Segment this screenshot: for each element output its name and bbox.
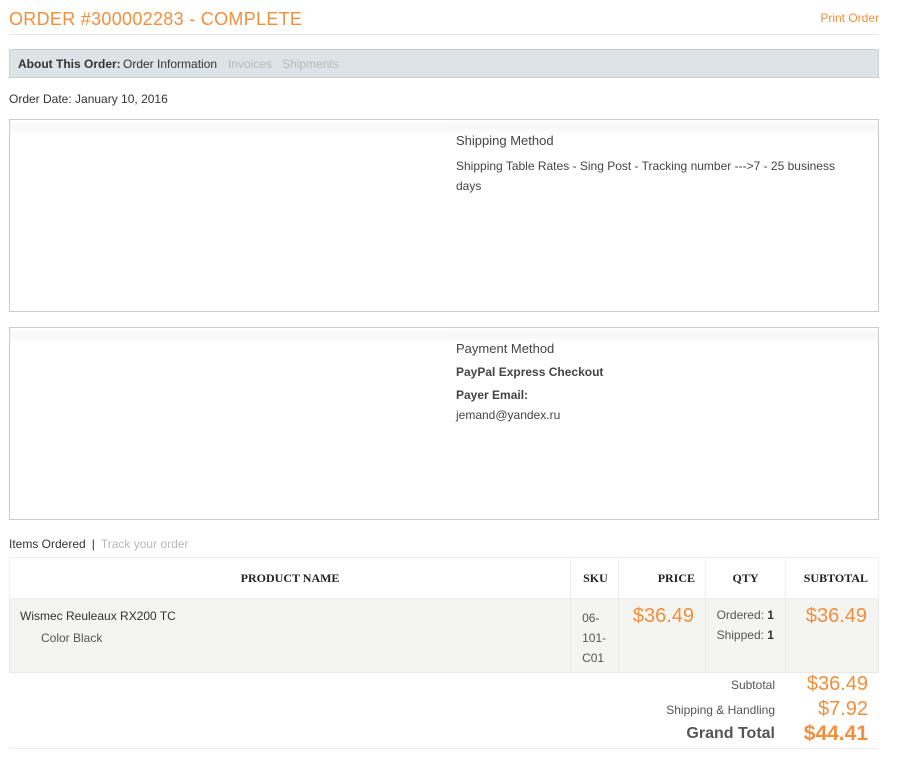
address-panel-placeholder bbox=[10, 120, 450, 136]
shipping-method-heading: Shipping Method bbox=[456, 133, 554, 148]
sku-part: C01 bbox=[582, 651, 605, 665]
column-header-sku: SKU bbox=[570, 557, 620, 599]
product-name: Wismec Reuleaux RX200 TC bbox=[20, 609, 176, 623]
order-title: ORDER #300002283 - COMPLETE bbox=[9, 9, 303, 29]
product-option: Color Black bbox=[41, 631, 103, 645]
about-order-bar: About This Order: Order Information Invo… bbox=[9, 49, 879, 78]
tab-shipments[interactable]: Shipments bbox=[282, 57, 339, 71]
shipping-method-text: Shipping Table Rates - Sing Post - Track… bbox=[456, 159, 835, 193]
tabs-separator: | bbox=[91, 537, 95, 551]
item-subtotal: $36.49 bbox=[805, 605, 867, 627]
tab-items-ordered[interactable]: Items Ordered bbox=[9, 537, 86, 551]
sku-part: 101- bbox=[582, 631, 607, 645]
shipping-handling-value: $7.92 bbox=[817, 698, 868, 720]
track-order-link[interactable]: Track your order bbox=[101, 537, 189, 551]
box-top-shade bbox=[450, 328, 878, 342]
shipping-method-box: Shipping Method Shipping Table Rates - S… bbox=[9, 119, 879, 312]
column-header-product-name: PRODUCT NAME bbox=[8, 557, 572, 599]
box-top-shade bbox=[450, 120, 878, 134]
order-title-row: ORDER #300002283 - COMPLETE Print Order bbox=[9, 9, 879, 35]
column-header-price: PRICE bbox=[618, 557, 707, 599]
qty-shipped: Shipped: 1 bbox=[707, 625, 784, 645]
qty-ordered: Ordered: 1 bbox=[707, 600, 784, 625]
about-order-label: About This Order: bbox=[18, 57, 121, 71]
column-header-qty: QTY bbox=[705, 557, 786, 599]
order-totals: Subtotal $36.49 Shipping & Handling $7.9… bbox=[9, 672, 879, 749]
product-name-cell: Wismec Reuleaux RX200 TC Color Black bbox=[8, 598, 572, 673]
qty-ordered-value: 1 bbox=[767, 608, 774, 622]
qty-cell: Ordered: 1 Shipped: 1 bbox=[705, 598, 786, 673]
order-date: Order Date: January 10, 2016 bbox=[9, 92, 168, 106]
payer-email-value: jemand@yandex.ru bbox=[456, 408, 561, 422]
subtotal-cell: $36.49 bbox=[784, 598, 880, 673]
table-row: Wismec Reuleaux RX200 TC Color Black 06-… bbox=[8, 598, 880, 673]
payment-method-box: Payment Method PayPal Express Checkout P… bbox=[9, 327, 879, 520]
print-order-link[interactable]: Print Order bbox=[820, 11, 879, 25]
subtotal-value: $36.49 bbox=[806, 673, 868, 695]
tab-order-information[interactable]: Order Information bbox=[123, 57, 217, 71]
price-cell: $36.49 bbox=[618, 598, 707, 673]
qty-ordered-label: Ordered: bbox=[716, 608, 764, 622]
billing-panel-placeholder bbox=[10, 328, 450, 344]
item-price: $36.49 bbox=[632, 605, 695, 627]
sku-part: 06- bbox=[582, 611, 600, 625]
table-header-row: PRODUCT NAME SKU PRICE QTY SUBTOTAL bbox=[8, 557, 880, 599]
column-header-subtotal: SUBTOTAL bbox=[784, 557, 880, 599]
items-ordered-table: PRODUCT NAME SKU PRICE QTY SUBTOTAL Wism… bbox=[8, 557, 880, 673]
subtotal-label: Subtotal bbox=[730, 678, 775, 692]
order-view-page: ORDER #300002283 - COMPLETE Print Order … bbox=[0, 0, 906, 760]
sku-cell: 06- 101- C01 bbox=[570, 598, 620, 673]
items-tabs: Items Ordered | Track your order bbox=[9, 537, 188, 551]
shipping-handling-label: Shipping & Handling bbox=[666, 703, 775, 717]
qty-shipped-label: Shipped: bbox=[716, 628, 764, 642]
grand-total-label: Grand Total bbox=[686, 725, 775, 742]
payment-method-heading: Payment Method bbox=[456, 341, 555, 356]
payer-email-label: Payer Email: bbox=[456, 388, 529, 402]
grand-total-value: $44.41 bbox=[803, 722, 868, 745]
qty-shipped-value: 1 bbox=[767, 628, 774, 642]
payment-method-name: PayPal Express Checkout bbox=[456, 365, 604, 379]
tab-invoices[interactable]: Invoices bbox=[228, 57, 272, 71]
